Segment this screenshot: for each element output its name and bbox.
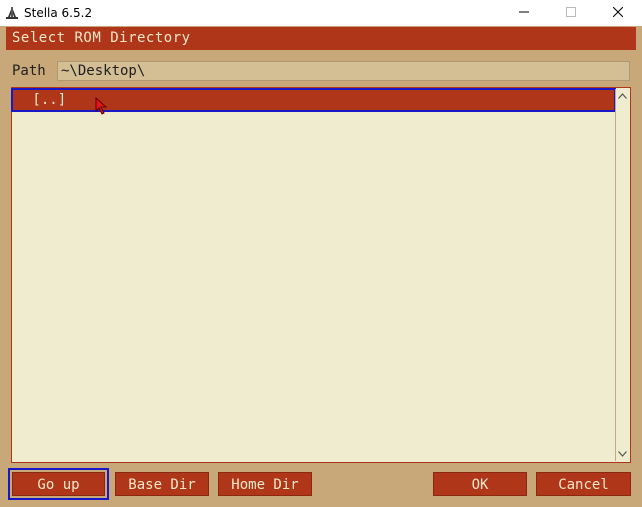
home-dir-button[interactable]: Home Dir	[218, 472, 312, 496]
path-label: Path	[12, 63, 46, 79]
close-icon	[612, 6, 624, 20]
file-list[interactable]: [..]	[11, 87, 631, 463]
list-item-label: [..]	[24, 92, 67, 108]
go-up-button[interactable]: Go up	[8, 468, 109, 500]
maximize-button[interactable]	[548, 0, 594, 26]
close-button[interactable]	[595, 0, 641, 26]
base-dir-button[interactable]: Base Dir	[115, 472, 209, 496]
dialog-title: Select ROM Directory	[6, 27, 636, 50]
window-titlebar: Stella 6.5.2	[0, 0, 642, 26]
list-scrollbar[interactable]	[615, 89, 629, 461]
list-item-parent-directory[interactable]: [..]	[11, 88, 616, 112]
stella-app-icon	[5, 6, 19, 20]
select-rom-directory-dialog: Select ROM Directory Path ~\Desktop\ [..…	[0, 26, 642, 507]
cancel-button[interactable]: Cancel	[536, 472, 631, 496]
minimize-button[interactable]	[501, 0, 547, 26]
window-title: Stella 6.5.2	[24, 6, 93, 20]
ok-button[interactable]: OK	[433, 472, 527, 496]
minimize-icon	[519, 6, 529, 20]
scroll-up-icon[interactable]	[616, 89, 629, 103]
maximize-icon	[566, 6, 576, 20]
scroll-down-icon[interactable]	[616, 447, 629, 461]
path-input[interactable]: ~\Desktop\	[57, 61, 630, 81]
